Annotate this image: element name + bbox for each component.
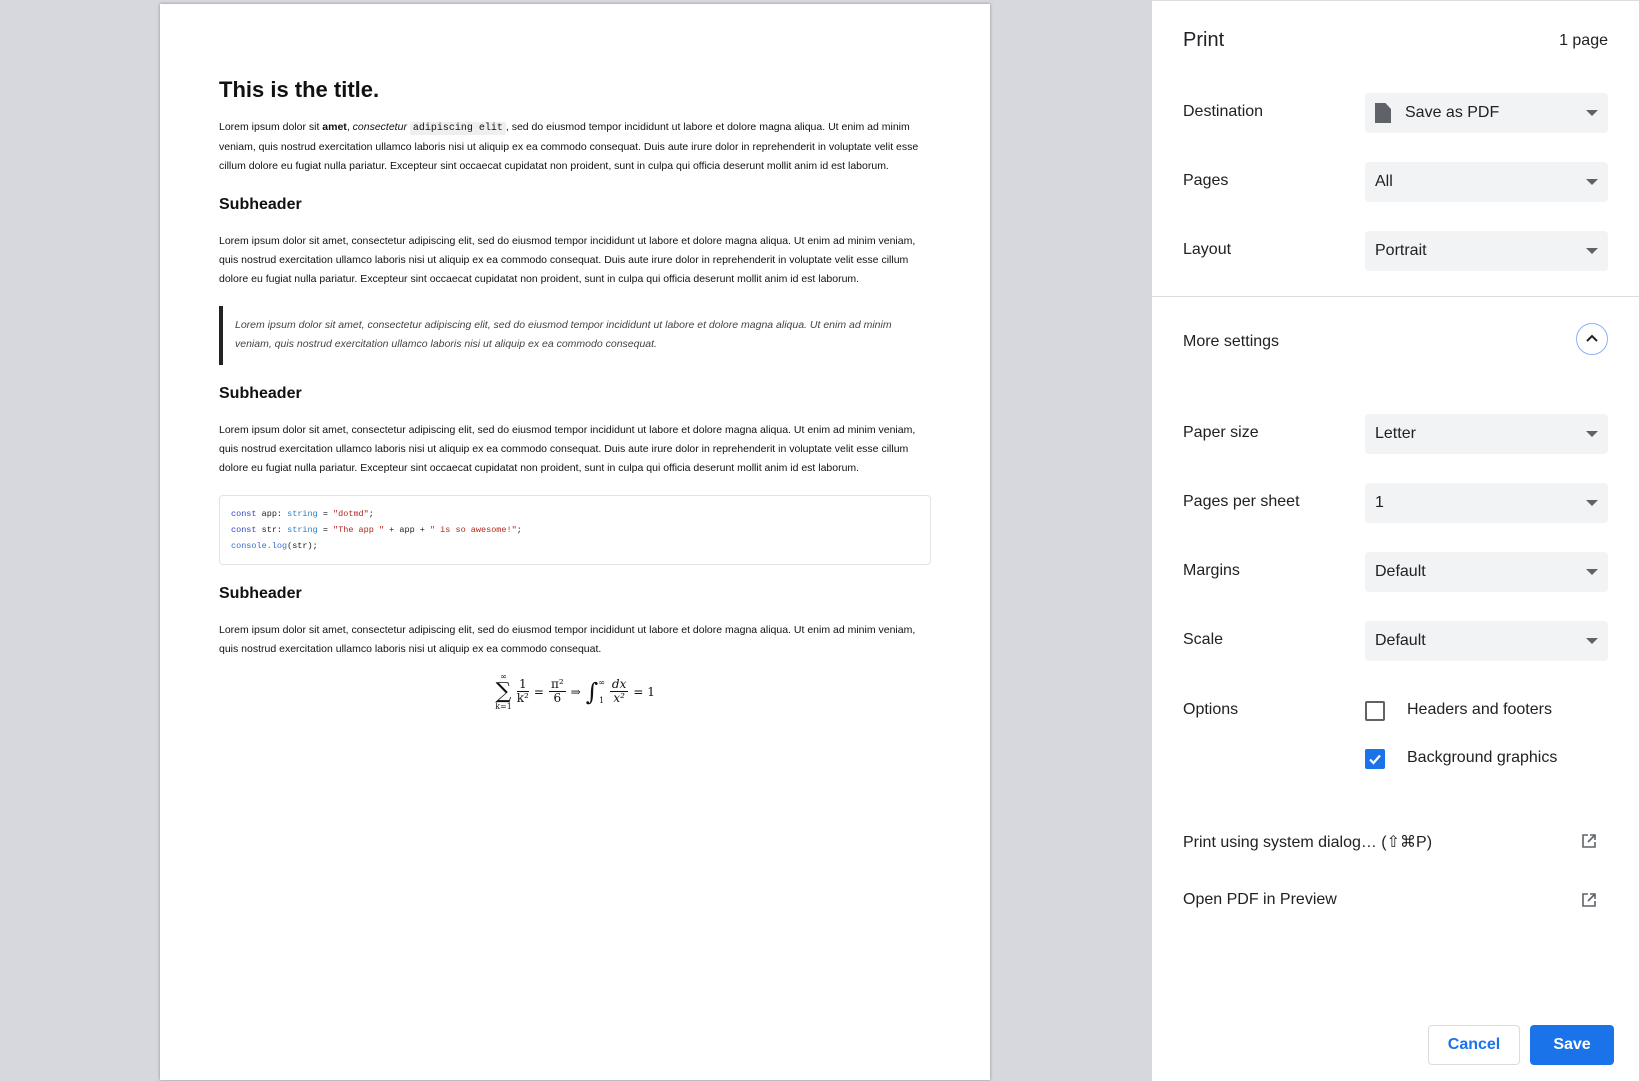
destination-label: Destination	[1183, 103, 1264, 120]
code-text: ;	[516, 525, 522, 536]
code-function: console.log	[231, 541, 288, 552]
code-type: string	[287, 525, 318, 536]
code-text: app:	[256, 509, 288, 520]
headers-footers-label[interactable]: Headers and footers	[1407, 701, 1552, 719]
open-external-icon[interactable]	[1581, 892, 1597, 908]
preview-page: This is the title. Lorem ipsum dolor sit…	[160, 4, 990, 1080]
math-equation: ∞ ∑ k=1 1 k² = π² 6 ⇒ ∫ ∞ 1 dx x² = 1	[219, 668, 931, 712]
document-content: This is the title. Lorem ipsum dolor sit…	[219, 76, 931, 712]
text: Lorem ipsum dolor sit	[219, 121, 323, 133]
italic-text: consectetur	[352, 121, 407, 133]
code-line: const str: string = "The app " + app + "…	[231, 522, 919, 538]
fraction-denominator: k²	[516, 691, 529, 706]
layout-label: Layout	[1183, 241, 1232, 258]
code-text: str:	[256, 525, 288, 536]
layout-select[interactable]: Portrait	[1365, 231, 1608, 271]
pages-label: Pages	[1183, 172, 1229, 189]
sum-symbol: ∑	[495, 678, 512, 704]
headers-footers-checkbox[interactable]	[1365, 701, 1385, 721]
margins-value: Default	[1375, 563, 1426, 580]
code-type: string	[287, 509, 318, 520]
background-graphics-checkbox[interactable]	[1365, 749, 1385, 769]
paragraph: Lorem ipsum dolor sit amet, consectetur …	[219, 234, 916, 286]
cancel-button[interactable]: Cancel	[1428, 1025, 1520, 1065]
dropdown-arrow-icon	[1586, 110, 1598, 116]
code-block: const app: string = "dotmd"; const str: …	[219, 495, 931, 566]
code-text: (str);	[287, 541, 318, 552]
page-count: 1 page	[1559, 32, 1608, 49]
save-button[interactable]: Save	[1530, 1025, 1614, 1065]
fraction-denominator: 6	[553, 691, 562, 706]
blockquote: Lorem ipsum dolor sit amet, consectetur …	[219, 306, 931, 365]
panel-title: Print	[1183, 29, 1225, 51]
bold-text: amet	[322, 121, 347, 133]
equals-one: = 1	[633, 684, 655, 699]
scale-select[interactable]: Default	[1365, 621, 1608, 661]
code-text: ;	[368, 509, 374, 520]
fraction-numerator: π²	[548, 677, 566, 693]
more-settings-label[interactable]: More settings	[1183, 333, 1279, 351]
subheader: Subheader	[219, 585, 302, 603]
system-dialog-link[interactable]: Print using system dialog… (⇧⌘P)	[1183, 832, 1432, 852]
pages-value: All	[1375, 173, 1393, 190]
paragraph: Lorem ipsum dolor sit amet, consectetur …	[219, 624, 916, 656]
fraction-numerator: 1	[517, 677, 529, 693]
document-title: This is the title.	[219, 77, 380, 102]
pages-per-sheet-value: 1	[1375, 494, 1384, 511]
print-preview-area: This is the title. Lorem ipsum dolor sit…	[0, 0, 1152, 1080]
fraction-numerator: dx	[609, 677, 629, 693]
print-settings-panel: Print 1 page Destination Save as PDF Pag…	[1152, 0, 1639, 1081]
code-line: const app: string = "dotmd";	[231, 506, 919, 522]
more-settings-toggle[interactable]	[1576, 323, 1608, 355]
integral-upper-limit: ∞	[598, 677, 605, 687]
code-text: =	[317, 525, 334, 536]
destination-value: Save as PDF	[1405, 104, 1500, 121]
subheader: Subheader	[219, 384, 302, 402]
open-external-icon[interactable]	[1581, 833, 1597, 849]
pages-per-sheet-select[interactable]: 1	[1365, 483, 1608, 523]
implies-sign: ⇒	[570, 684, 581, 699]
paper-size-value: Letter	[1375, 425, 1416, 442]
file-icon	[1375, 103, 1391, 123]
code-text: + app +	[384, 525, 430, 536]
code-keyword: const	[231, 525, 257, 536]
sum-lower-limit: k=1	[495, 701, 512, 711]
paper-size-label: Paper size	[1183, 424, 1259, 441]
code-line: console.log(str);	[231, 538, 919, 554]
margins-label: Margins	[1183, 562, 1240, 579]
options-label: Options	[1183, 701, 1239, 718]
integral-symbol: ∫	[585, 677, 599, 706]
destination-select[interactable]: Save as PDF	[1365, 93, 1608, 133]
dropdown-arrow-icon	[1586, 248, 1598, 254]
subheader: Subheader	[219, 195, 302, 213]
divider	[1152, 296, 1639, 297]
code-string: " is so awesome!"	[429, 525, 517, 536]
dropdown-arrow-icon	[1586, 569, 1598, 575]
inline-code: adipiscing elit	[409, 122, 506, 135]
paragraph: Lorem ipsum dolor sit amet, consectetur …	[219, 423, 916, 475]
margins-select[interactable]: Default	[1365, 552, 1608, 592]
background-graphics-label[interactable]: Background graphics	[1407, 749, 1557, 767]
dropdown-arrow-icon	[1586, 431, 1598, 437]
code-text: =	[317, 509, 334, 520]
paragraph: Lorem ipsum dolor sit amet, consectetur …	[219, 118, 931, 177]
code-string: "dotmd"	[333, 509, 369, 520]
scale-label: Scale	[1183, 631, 1224, 648]
code-keyword: const	[231, 509, 257, 520]
dropdown-arrow-icon	[1586, 179, 1598, 185]
dropdown-arrow-icon	[1586, 500, 1598, 506]
layout-value: Portrait	[1375, 242, 1427, 259]
code-string: "The app "	[333, 525, 385, 536]
scale-value: Default	[1375, 632, 1426, 649]
fraction-denominator: x²	[613, 691, 625, 706]
paper-size-select[interactable]: Letter	[1365, 414, 1608, 454]
dropdown-arrow-icon	[1586, 638, 1598, 644]
integral-lower-limit: 1	[599, 695, 605, 705]
equals-sign: =	[533, 684, 544, 699]
chevron-up-icon	[1586, 334, 1598, 342]
pages-per-sheet-label: Pages per sheet	[1183, 493, 1300, 510]
open-pdf-preview-link[interactable]: Open PDF in Preview	[1183, 891, 1337, 909]
pages-select[interactable]: All	[1365, 162, 1608, 202]
checkmark-icon	[1369, 754, 1381, 765]
